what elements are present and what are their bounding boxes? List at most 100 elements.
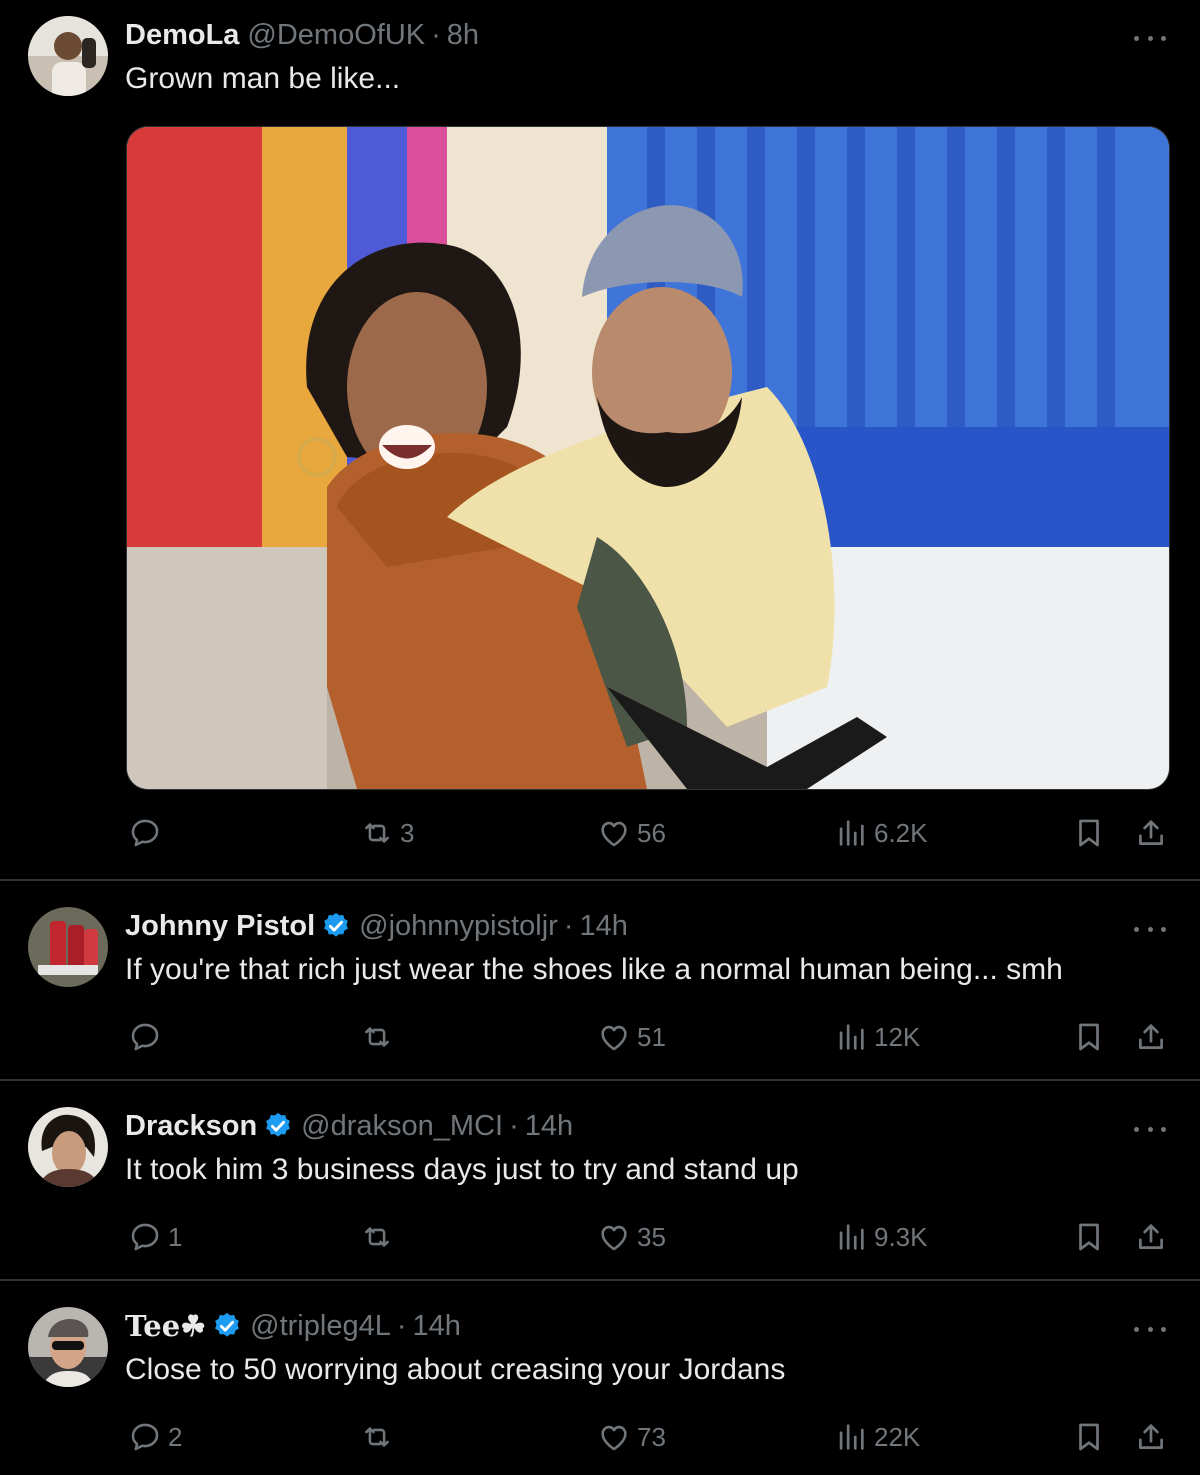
views-button[interactable]: 12K bbox=[834, 1015, 920, 1059]
retweet-button[interactable]: 3 bbox=[360, 811, 414, 855]
tweet-header: Johnny Pistol @johnnypistoljr · 14h bbox=[125, 906, 628, 946]
tweet-text: Grown man be like... bbox=[125, 62, 401, 95]
display-name[interactable]: Tee☘ bbox=[125, 1309, 206, 1343]
views-button[interactable]: 6.2K bbox=[834, 811, 928, 855]
avatar[interactable] bbox=[28, 16, 108, 96]
retweet-icon bbox=[360, 1220, 394, 1254]
user-handle[interactable]: @johnnypistoljr bbox=[359, 910, 558, 943]
bookmark-icon bbox=[1072, 1020, 1106, 1054]
share-button[interactable] bbox=[1134, 1415, 1168, 1459]
bookmark-button[interactable] bbox=[1072, 1415, 1106, 1459]
display-name[interactable]: Drackson bbox=[125, 1110, 257, 1143]
like-count: 73 bbox=[637, 1421, 666, 1452]
views-icon bbox=[834, 1220, 868, 1254]
avatar[interactable] bbox=[28, 1307, 108, 1387]
reply-icon bbox=[128, 1420, 162, 1454]
tweet-header: Tee☘ @tripleg4L · 14h bbox=[125, 1306, 461, 1346]
bookmark-button[interactable] bbox=[1072, 811, 1106, 855]
reply-count: 1 bbox=[168, 1221, 183, 1252]
reply-count: 2 bbox=[168, 1421, 183, 1452]
views-icon bbox=[834, 816, 868, 850]
share-icon bbox=[1134, 1420, 1168, 1454]
separator: · bbox=[431, 18, 441, 51]
like-button[interactable]: 73 bbox=[597, 1415, 666, 1459]
bookmark-button[interactable] bbox=[1072, 1215, 1106, 1259]
bookmark-icon bbox=[1072, 816, 1106, 850]
heart-icon bbox=[597, 1420, 631, 1454]
timestamp[interactable]: 14h bbox=[413, 1310, 461, 1343]
reply-button[interactable] bbox=[128, 811, 168, 855]
tweet-text: It took him 3 business days just to try … bbox=[125, 1153, 799, 1186]
reply-button[interactable]: 1 bbox=[128, 1215, 182, 1259]
separator: · bbox=[563, 909, 574, 942]
share-icon bbox=[1134, 1020, 1168, 1054]
tweet-header: DemoLa @DemoOfUK · 8h bbox=[125, 15, 479, 55]
like-count: 56 bbox=[637, 817, 666, 848]
views-count: 6.2K bbox=[874, 817, 928, 848]
views-button[interactable]: 22K bbox=[834, 1415, 920, 1459]
display-name[interactable]: Johnny Pistol bbox=[125, 910, 315, 943]
tweet-4[interactable]: Tee☘ @tripleg4L · 14h Close to 50 worryi… bbox=[0, 1281, 1200, 1475]
like-count: 51 bbox=[637, 1021, 666, 1052]
share-button[interactable] bbox=[1134, 1015, 1168, 1059]
tweet-actions: 51 12K bbox=[0, 1015, 1200, 1059]
reply-icon bbox=[128, 1220, 162, 1254]
like-button[interactable]: 56 bbox=[597, 811, 666, 855]
more-icon[interactable] bbox=[1134, 1123, 1166, 1135]
like-count: 35 bbox=[637, 1221, 666, 1252]
heart-icon bbox=[597, 1020, 631, 1054]
views-count: 12K bbox=[874, 1021, 921, 1052]
verified-badge-icon bbox=[263, 1111, 293, 1141]
tweet-1[interactable]: DemoLa @DemoOfUK · 8h Grown man be like.… bbox=[0, 0, 1200, 878]
retweet-icon bbox=[360, 816, 394, 850]
avatar[interactable] bbox=[28, 1107, 108, 1187]
retweet-icon bbox=[360, 1020, 394, 1054]
tweet-actions: 3 56 6.2K bbox=[0, 811, 1200, 855]
retweet-count: 3 bbox=[400, 817, 415, 848]
retweet-button[interactable] bbox=[360, 1015, 400, 1059]
heart-icon bbox=[597, 1220, 631, 1254]
views-button[interactable]: 9.3K bbox=[834, 1215, 928, 1259]
retweet-button[interactable] bbox=[360, 1415, 400, 1459]
share-button[interactable] bbox=[1134, 811, 1168, 855]
tweet-media-image[interactable] bbox=[126, 126, 1170, 790]
views-icon bbox=[834, 1020, 868, 1054]
bookmark-icon bbox=[1072, 1220, 1106, 1254]
timestamp[interactable]: 14h bbox=[525, 1110, 573, 1143]
reply-icon bbox=[128, 816, 162, 850]
like-button[interactable]: 35 bbox=[597, 1215, 666, 1259]
user-handle[interactable]: @tripleg4L bbox=[250, 1310, 391, 1343]
share-icon bbox=[1134, 816, 1168, 850]
share-button[interactable] bbox=[1134, 1215, 1168, 1259]
views-count: 22K bbox=[874, 1421, 921, 1452]
retweet-icon bbox=[360, 1420, 394, 1454]
more-icon[interactable] bbox=[1134, 1323, 1166, 1335]
verified-badge-icon bbox=[321, 911, 351, 941]
reply-icon bbox=[128, 1020, 162, 1054]
tweet-text: Close to 50 worrying about creasing your… bbox=[125, 1353, 786, 1386]
bookmark-icon bbox=[1072, 1420, 1106, 1454]
reply-button[interactable]: 2 bbox=[128, 1415, 182, 1459]
avatar[interactable] bbox=[28, 907, 108, 987]
like-button[interactable]: 51 bbox=[597, 1015, 666, 1059]
more-icon[interactable] bbox=[1134, 923, 1166, 935]
bookmark-button[interactable] bbox=[1072, 1015, 1106, 1059]
heart-icon bbox=[597, 816, 631, 850]
user-handle[interactable]: @drakson_MCI bbox=[301, 1110, 503, 1143]
tweet-text: If you're that rich just wear the shoes … bbox=[125, 953, 1063, 986]
separator: · bbox=[509, 1109, 519, 1142]
display-name[interactable]: DemoLa bbox=[125, 19, 239, 52]
views-count: 9.3K bbox=[874, 1221, 928, 1252]
user-handle[interactable]: @DemoOfUK bbox=[247, 19, 425, 52]
tweet-header: Drackson @drakson_MCI · 14h bbox=[125, 1106, 573, 1146]
tweet-3[interactable]: Drackson @drakson_MCI · 14h It took him … bbox=[0, 1081, 1200, 1279]
timestamp[interactable]: 8h bbox=[447, 19, 479, 52]
timestamp[interactable]: 14h bbox=[580, 910, 628, 943]
tweet-actions: 2 73 22K bbox=[0, 1415, 1200, 1459]
views-icon bbox=[834, 1420, 868, 1454]
reply-button[interactable] bbox=[128, 1015, 168, 1059]
verified-badge-icon bbox=[212, 1311, 242, 1341]
retweet-button[interactable] bbox=[360, 1215, 400, 1259]
more-icon[interactable] bbox=[1134, 32, 1166, 44]
tweet-2[interactable]: Johnny Pistol @johnnypistoljr · 14h If y… bbox=[0, 881, 1200, 1079]
